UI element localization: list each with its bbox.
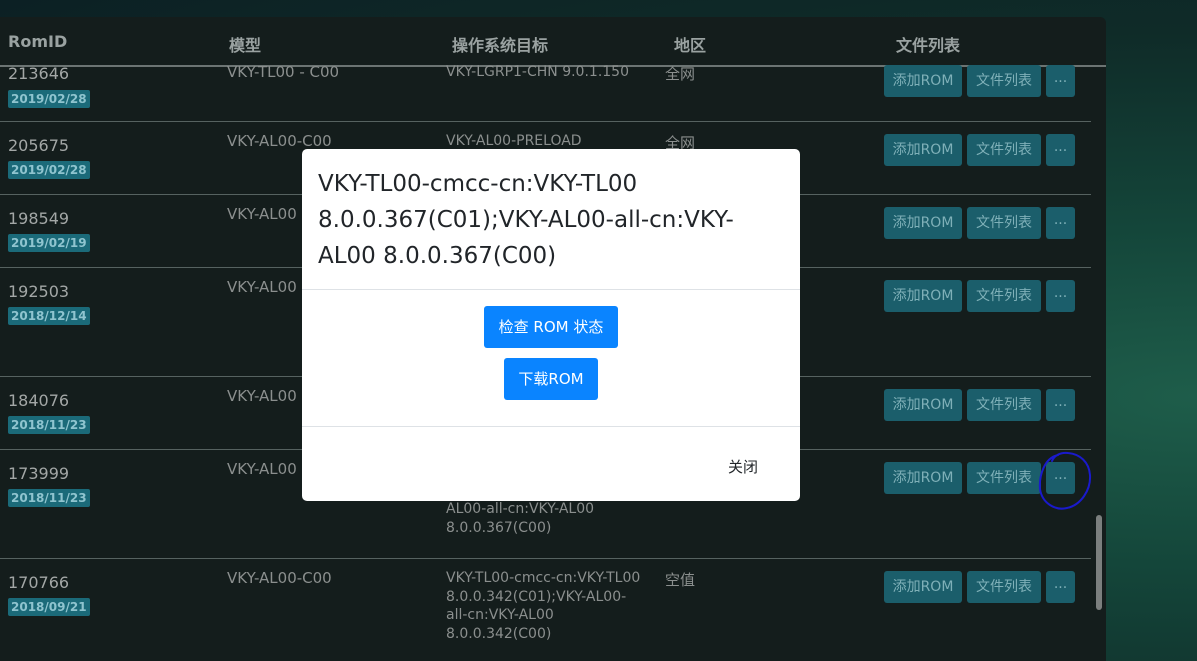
download-rom-button[interactable]: 下载ROM <box>504 358 598 400</box>
check-rom-status-button[interactable]: 检查 ROM 状态 <box>484 306 618 348</box>
modal-title: VKY-TL00-cmcc-cn:VKY-TL00 8.0.0.367(C01)… <box>318 171 734 269</box>
close-button[interactable]: 关闭 <box>728 456 758 477</box>
modal-divider <box>302 289 800 290</box>
modal-divider <box>302 426 800 427</box>
rom-modal-dialog: VKY-TL00-cmcc-cn:VKY-TL00 8.0.0.367(C01)… <box>302 149 800 501</box>
app-window: RomID 模型 操作系统目标 地区 文件列表 213646 2019/02/2… <box>0 0 1197 661</box>
